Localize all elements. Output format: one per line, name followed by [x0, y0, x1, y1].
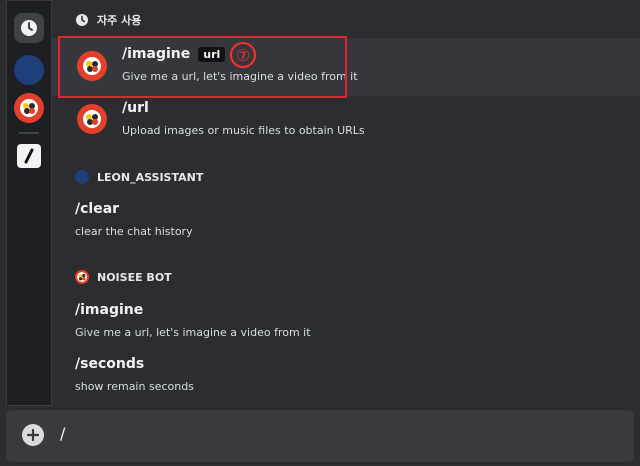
section-header-noisee-bot: NOISEE BOT: [75, 270, 172, 284]
section-header-frequent: 자주 사용: [75, 12, 141, 28]
clock-icon: [21, 20, 37, 36]
annotation-highlight-box: [58, 36, 347, 98]
rail-divider: [19, 132, 39, 134]
message-input-bar[interactable]: /: [6, 410, 634, 462]
add-attachment-button[interactable]: [22, 424, 44, 446]
clock-icon: [76, 14, 88, 26]
noisee-logo-icon: [83, 110, 101, 128]
noisee-bot-avatar: [77, 104, 107, 134]
command-row-imagine[interactable]: /imagine Give me a url, let's imagine a …: [52, 296, 640, 346]
noisee-bot-avatar[interactable]: [14, 93, 44, 123]
command-row-seconds[interactable]: /seconds show remain seconds: [52, 350, 640, 400]
slash-command-icon: [24, 148, 34, 164]
frequently-used-button[interactable]: [14, 13, 44, 43]
leon-assistant-avatar: [75, 170, 89, 184]
command-name: /seconds: [75, 356, 145, 372]
section-title: NOISEE BOT: [97, 270, 172, 284]
command-description: Upload images or music files to obtain U…: [122, 124, 365, 137]
slash-command-button[interactable]: [17, 144, 41, 168]
section-title: 자주 사용: [97, 14, 142, 27]
noisee-logo-icon: [20, 99, 38, 117]
plus-icon: [27, 429, 39, 441]
leon-assistant-avatar[interactable]: [14, 55, 44, 85]
message-input[interactable]: /: [60, 424, 65, 443]
command-name: /url: [122, 100, 149, 116]
section-title: LEON_ASSISTANT: [97, 170, 204, 184]
annotation-step-number: ⑦: [230, 42, 256, 68]
command-description: show remain seconds: [75, 380, 194, 393]
command-row-url[interactable]: /url Upload images or music files to obt…: [52, 96, 640, 146]
command-description: Give me a url, let's imagine a video fro…: [75, 326, 311, 339]
server-rail: [6, 0, 52, 406]
noisee-bot-avatar: [75, 270, 89, 284]
command-description: clear the chat history: [75, 225, 193, 238]
command-row-clear[interactable]: /clear clear the chat history: [52, 196, 640, 244]
command-name: /clear: [75, 201, 120, 217]
section-header-leon-assistant: LEON_ASSISTANT: [75, 170, 203, 184]
command-name: /imagine: [75, 302, 144, 318]
